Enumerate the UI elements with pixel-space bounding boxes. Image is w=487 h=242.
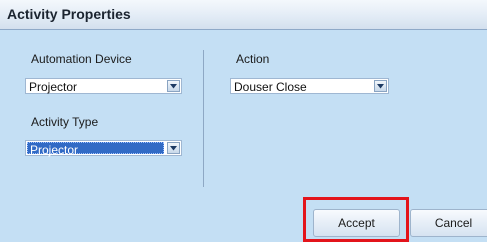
accept-button[interactable]: Accept	[313, 209, 400, 237]
chevron-down-icon[interactable]	[374, 80, 387, 92]
column-divider	[203, 50, 204, 187]
dialog-title: Activity Properties	[7, 6, 131, 22]
action-label: Action	[236, 52, 270, 66]
automation-device-label: Automation Device	[31, 52, 132, 66]
automation-device-value: Projector	[29, 80, 78, 94]
activity-type-label: Activity Type	[31, 115, 99, 129]
chevron-down-icon[interactable]	[167, 80, 180, 92]
action-dropdown[interactable]: Douser Close	[230, 78, 389, 94]
activity-properties-dialog: Activity Properties Automation Device Pr…	[0, 0, 487, 242]
action-value: Douser Close	[234, 80, 307, 94]
title-bar: Activity Properties	[0, 0, 487, 30]
activity-type-dropdown[interactable]: Projector	[25, 140, 182, 157]
activity-type-value: Projector	[30, 143, 79, 157]
cancel-button[interactable]: Cancel	[410, 209, 487, 237]
automation-device-dropdown[interactable]: Projector	[25, 78, 182, 94]
chevron-down-icon[interactable]	[167, 142, 180, 154]
